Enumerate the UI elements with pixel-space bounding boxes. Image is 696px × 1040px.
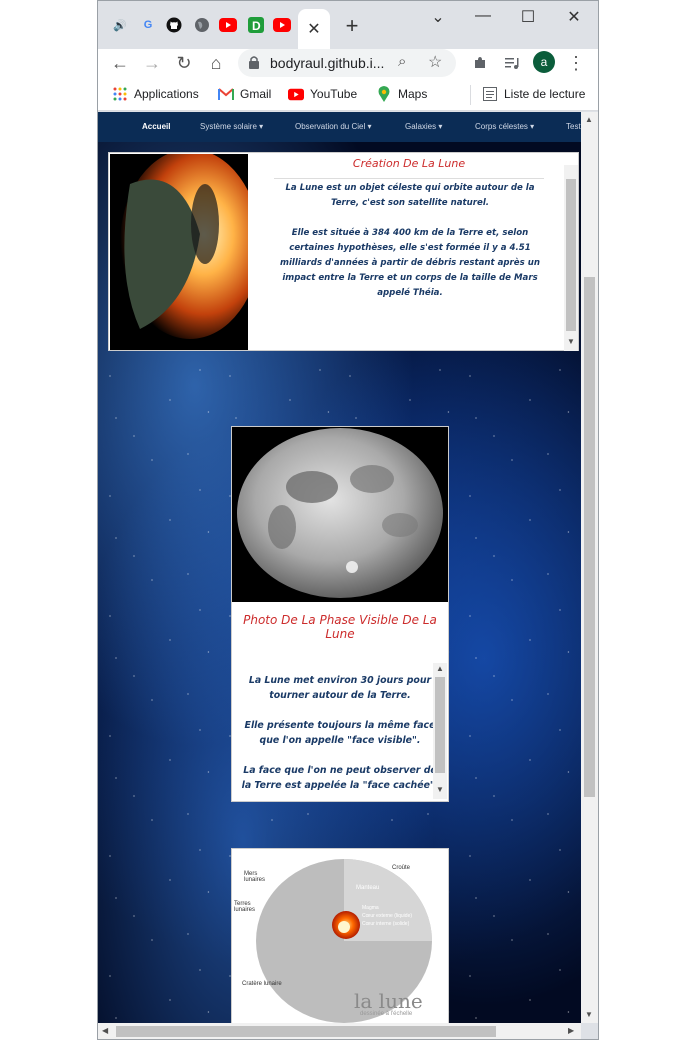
youtube-icon: [288, 86, 304, 102]
back-icon[interactable]: ←: [108, 51, 132, 75]
close-window-button[interactable]: ✕: [564, 7, 584, 27]
extensions-icon[interactable]: [468, 51, 492, 75]
reading-list-label: Liste de lecture: [504, 87, 586, 101]
bookmark-applications[interactable]: Applications: [112, 86, 199, 102]
d-tab-icon[interactable]: D: [246, 15, 266, 35]
phase-card: Photo De La Phase Visible De La Lune La …: [231, 426, 449, 802]
reading-list[interactable]: Liste de lecture: [482, 86, 585, 102]
label-mers: Mers lunaires: [244, 871, 266, 883]
nav-observation[interactable]: Observation du Ciel ▾: [295, 122, 372, 131]
home-icon[interactable]: ⌂: [204, 51, 228, 75]
media-icon[interactable]: [500, 51, 524, 75]
scroll-thumb[interactable]: [116, 1026, 496, 1037]
youtube-tab-icon[interactable]: [272, 15, 292, 35]
separator: [470, 85, 471, 105]
impact-image: [110, 149, 260, 350]
toolbar: ← → ↻ ⌂ bodyraul.github.i... ⌕ ☆ a ⋮: [98, 49, 598, 79]
creation-title: Création De La Lune: [352, 157, 466, 170]
scroll-thumb[interactable]: [584, 277, 595, 797]
bookmark-maps[interactable]: Maps: [376, 86, 427, 102]
nav-corps-celestes[interactable]: Corps célestes ▾: [475, 122, 534, 131]
moon-image: [232, 427, 448, 602]
creation-text: La Lune est un objet céleste qui orbite …: [280, 183, 540, 298]
speaker-icon[interactable]: 🔊: [110, 15, 130, 35]
github-tab-icon[interactable]: [164, 15, 184, 35]
star-icon[interactable]: ☆: [428, 52, 442, 72]
bookmark-gmail[interactable]: Gmail: [218, 86, 271, 102]
youtube-tab-icon[interactable]: [218, 15, 238, 35]
close-icon[interactable]: ✕: [307, 19, 320, 39]
reading-list-icon: [482, 86, 498, 102]
bookmark-label: YouTube: [310, 87, 358, 101]
new-tab-button[interactable]: +: [342, 13, 362, 39]
label-terres: Terres lunaires: [234, 901, 256, 913]
phase-text: La Lune met environ 30 jours pour tourne…: [241, 675, 439, 791]
active-tab[interactable]: ✕: [298, 9, 330, 49]
zoom-icon[interactable]: ⌕: [398, 53, 406, 70]
url-text: bodyraul.github.i...: [270, 55, 385, 71]
nav-galaxies[interactable]: Galaxies ▾: [405, 122, 442, 131]
svg-text:D: D: [252, 19, 261, 33]
tab-search-icon[interactable]: ⌄: [428, 7, 448, 27]
gmail-icon: [218, 86, 234, 102]
label-manteau: Manteau: [356, 885, 380, 891]
creation-scrollbar[interactable]: ▼: [564, 165, 578, 351]
avatar[interactable]: a: [533, 51, 555, 73]
creation-title-box: Création De La Lune: [274, 153, 544, 179]
phase-title: Photo De La Phase Visible De La Lune: [243, 613, 437, 641]
google-tab-icon[interactable]: G: [138, 15, 158, 35]
address-bar[interactable]: bodyraul.github.i... ⌕ ☆: [238, 49, 456, 77]
page-vertical-scrollbar[interactable]: ▲ ▼: [581, 112, 598, 1023]
bookmarks-bar: Applications Gmail YouTube Maps Liste de…: [98, 79, 598, 111]
bookmark-label: Gmail: [240, 87, 272, 101]
label-croute: Croûte: [392, 865, 411, 871]
bookmark-label: Applications: [134, 87, 199, 101]
bookmark-youtube[interactable]: YouTube: [288, 86, 357, 102]
nav-systeme-solaire[interactable]: Système solaire ▾: [200, 122, 263, 131]
page-horizontal-scrollbar[interactable]: ◀ ▶: [98, 1023, 581, 1039]
site-nav: Accueil Système solaire ▾ Observation du…: [98, 112, 581, 142]
forward-icon[interactable]: →: [140, 51, 164, 75]
minimize-button[interactable]: —: [473, 7, 493, 25]
moon-structure-card: Croûte Mers lunaires Manteau Terres luna…: [231, 848, 449, 1023]
label-cratere: Cratère lunaire: [242, 981, 282, 987]
lock-icon: [249, 56, 259, 69]
browser-window: 🔊 G D ✕ + ⌄ — ☐ ✕ ← → ↻ ⌂ bodyraul.githu…: [97, 0, 599, 1040]
globe-tab-icon[interactable]: [192, 15, 212, 35]
brand-text: la lune: [354, 989, 423, 1013]
brand-sub: dessinée à l'échelle: [360, 1011, 413, 1017]
label-magma: Magma: [362, 905, 379, 911]
tab-strip: 🔊 G D ✕ + ⌄ — ☐ ✕: [98, 1, 598, 49]
nav-accueil[interactable]: Accueil: [142, 122, 170, 131]
apps-grid-icon: [112, 86, 128, 102]
nav-test[interactable]: Test: [566, 122, 581, 131]
bookmark-label: Maps: [398, 87, 428, 101]
menu-icon[interactable]: ⋮: [564, 51, 588, 75]
reload-icon[interactable]: ↻: [172, 51, 196, 75]
page-viewport: Accueil Système solaire ▾ Observation du…: [98, 112, 581, 1023]
label-coeur-externe: Cœur externe (liquide): [362, 913, 413, 919]
maps-pin-icon: [376, 86, 392, 102]
creation-card: Création De La Lune La Lune est un objet…: [108, 149, 579, 351]
phase-scrollbar[interactable]: ▲ ▼: [433, 663, 447, 799]
label-coeur-interne: Cœur interne (solide): [362, 921, 410, 927]
maximize-button[interactable]: ☐: [518, 7, 538, 27]
